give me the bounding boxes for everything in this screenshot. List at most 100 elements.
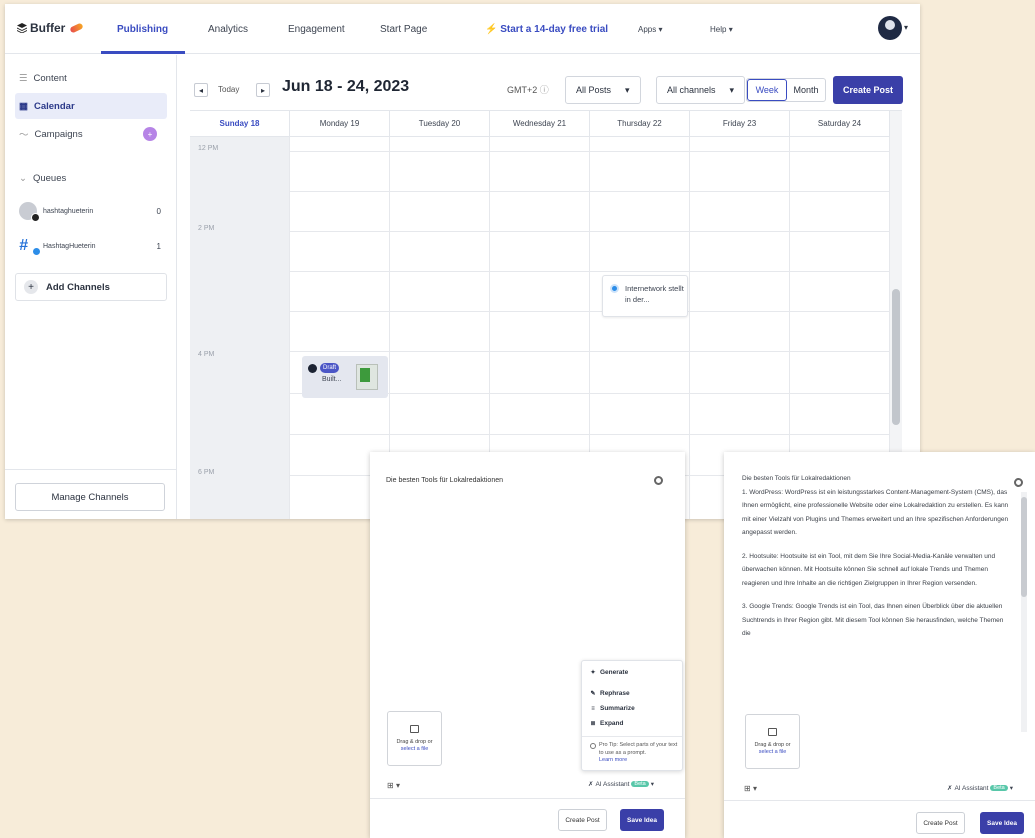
ai-generate-option[interactable]: ✦ Generate xyxy=(590,669,628,676)
idea-title[interactable]: Die besten Tools für Lokalredaktionen xyxy=(386,477,503,484)
hour-label: 6 PM xyxy=(198,469,215,476)
select-file-link[interactable]: select a file xyxy=(401,746,429,753)
prev-week-button[interactable]: ◂ xyxy=(194,83,208,97)
upload-text: Drag & drop or xyxy=(754,741,791,748)
ai-rephrase-option[interactable]: ✎ Rephrase xyxy=(590,690,629,697)
week-view-button[interactable]: Week xyxy=(747,79,787,101)
emoji-picker-button[interactable]: ⊞ ▾ xyxy=(387,781,400,790)
save-idea-button[interactable]: Save Idea xyxy=(980,812,1024,834)
ai-summarize-option[interactable]: ≡ Summarize xyxy=(590,705,635,712)
free-trial-link[interactable]: ⚡ Start a 14-day free trial xyxy=(485,24,608,35)
select-file-link[interactable]: select a file xyxy=(759,749,787,756)
idea-editor-dialog: Die besten Tools für Lokalredaktionen ✦ G… xyxy=(370,452,685,838)
sidebar-item-campaigns[interactable]: 〜 Campaigns + xyxy=(15,121,167,147)
active-tab-indicator xyxy=(101,51,185,54)
chevron-right-icon: ▸ xyxy=(260,85,265,95)
post-preview-text: Built... xyxy=(322,376,342,383)
sidebar-item-label: Calendar xyxy=(33,100,75,112)
tab-engagement[interactable]: Engagement xyxy=(288,24,345,35)
chevron-down-icon[interactable]: ▾ xyxy=(904,23,908,32)
sidebar-channel-hashtaghueterin[interactable]: hashtaghueterin 0 xyxy=(15,198,167,224)
hour-label: 2 PM xyxy=(198,225,215,232)
queue-count: 1 xyxy=(156,241,161,251)
create-post-button[interactable]: Create Post xyxy=(916,812,965,834)
free-trial-label: Start a 14-day free trial xyxy=(500,24,609,35)
buffer-logo[interactable]: Buffer xyxy=(17,21,85,35)
posts-filter-label: All Posts xyxy=(576,85,612,95)
calendar-column-sunday xyxy=(190,137,290,519)
hour-label: 4 PM xyxy=(198,351,215,358)
queue-count: 0 xyxy=(156,206,161,216)
media-upload-dropzone[interactable]: Drag & drop or select a file xyxy=(387,711,442,766)
grid-line xyxy=(290,191,890,192)
learn-more-link[interactable]: Learn more xyxy=(599,757,678,765)
month-view-button[interactable]: Month xyxy=(787,79,825,101)
chevron-down-icon: ▾ xyxy=(728,25,733,34)
chevron-down-icon: ▾ xyxy=(1009,785,1014,792)
idea-paragraph: 2. Hootsuite: Hootsuite ist ein Tool, mi… xyxy=(742,552,996,587)
tab-start-page[interactable]: Start Page xyxy=(380,24,427,35)
text-scrollbar[interactable] xyxy=(1021,492,1027,732)
ai-assistant-button[interactable]: ✗ AI Assistant Beta ▾ xyxy=(588,780,654,789)
settings-icon[interactable] xyxy=(654,476,663,485)
sidebar-channel-hashtaghueterin-2[interactable]: # HashtagHueterin 1 xyxy=(15,233,167,259)
add-campaign-badge[interactable]: + xyxy=(143,127,157,141)
ai-assistant-menu: ✦ Generate ✎ Rephrase ≡ Summarize ≣ Expand P… xyxy=(581,660,683,771)
chevron-down-icon: ▾ xyxy=(658,25,663,34)
apps-menu[interactable]: Apps ▾ xyxy=(638,25,662,34)
day-header-wednesday: Wednesday 21 xyxy=(490,111,590,137)
help-menu[interactable]: Help ▾ xyxy=(710,25,733,34)
manage-channels-button[interactable]: Manage Channels xyxy=(15,483,165,511)
today-button[interactable]: Today xyxy=(218,85,239,94)
chevron-down-icon: ▾ xyxy=(625,84,630,95)
idea-paragraph: 1. WordPress: WordPress ist ein leistung… xyxy=(742,488,1009,537)
emoji-picker-button[interactable]: ⊞ ▾ xyxy=(744,784,757,793)
next-week-button[interactable]: ▸ xyxy=(256,83,270,97)
post-image-thumbnail xyxy=(356,364,378,390)
calendar-scrollbar-thumb[interactable] xyxy=(892,289,900,425)
image-icon xyxy=(410,724,419,733)
ai-expand-option[interactable]: ≣ Expand xyxy=(590,720,623,727)
bolt-icon: ⚡ xyxy=(485,24,498,35)
save-idea-button[interactable]: Save Idea xyxy=(620,809,664,831)
ai-option-label: Summarize xyxy=(600,705,635,712)
user-avatar[interactable] xyxy=(878,16,902,40)
dialog-divider xyxy=(724,800,1035,801)
chevron-down-icon: ⌄ xyxy=(19,172,27,184)
media-upload-dropzone[interactable]: Drag & drop or select a file xyxy=(745,714,800,769)
ai-assistant-button[interactable]: ✗ AI Assistant Beta ▾ xyxy=(947,784,1014,793)
sidebar-item-calendar[interactable]: ▦ Calendar xyxy=(15,93,167,119)
queues-header[interactable]: ⌄ Queues xyxy=(15,165,167,191)
settings-icon[interactable] xyxy=(1014,478,1023,487)
scheduled-post-card[interactable]: Internetwork stellt in der... xyxy=(602,275,688,317)
magic-wand-icon: ✗ xyxy=(947,785,953,792)
timezone-indicator[interactable]: GMT+2 ⓘ xyxy=(507,83,549,96)
day-header-thursday: Thursday 22 xyxy=(590,111,690,137)
tab-publishing[interactable]: Publishing xyxy=(117,24,168,35)
channel-name: hashtaghueterin xyxy=(43,207,94,215)
grid-line xyxy=(290,151,890,152)
grid-line xyxy=(290,231,890,232)
create-post-button[interactable]: Create Post xyxy=(833,76,903,104)
grid-line xyxy=(290,271,890,272)
day-header-tuesday: Tuesday 20 xyxy=(390,111,490,137)
hashtag-logo-icon: # xyxy=(19,237,41,256)
draft-post-card[interactable]: Draft Built... xyxy=(302,356,388,398)
buffer-app-window: Buffer Publishing Analytics Engagement S… xyxy=(5,4,920,519)
view-toggle: Week Month xyxy=(746,78,826,102)
create-post-button[interactable]: Create Post xyxy=(558,809,607,831)
logo-text: Buffer xyxy=(30,21,66,35)
hour-label: 12 PM xyxy=(198,145,219,152)
upload-text: Drag & drop or xyxy=(396,738,433,745)
tab-analytics[interactable]: Analytics xyxy=(208,24,248,35)
brush-icon xyxy=(69,22,85,34)
chevron-down-icon: ▾ xyxy=(752,784,757,793)
add-channels-button[interactable]: + Add Channels xyxy=(15,273,167,301)
posts-filter-dropdown[interactable]: All Posts ▾ xyxy=(565,76,641,104)
channel-avatar xyxy=(19,202,40,222)
channel-avatar-icon xyxy=(308,364,317,373)
channels-filter-dropdown[interactable]: All channels ▾ xyxy=(656,76,746,104)
pro-tip: Pro Tip: Select parts of your text to us… xyxy=(590,742,678,765)
sidebar-item-content[interactable]: ☰ Content xyxy=(15,65,167,91)
idea-text-editor[interactable]: Die besten Tools für Lokalredaktionen 1.… xyxy=(742,472,1012,650)
